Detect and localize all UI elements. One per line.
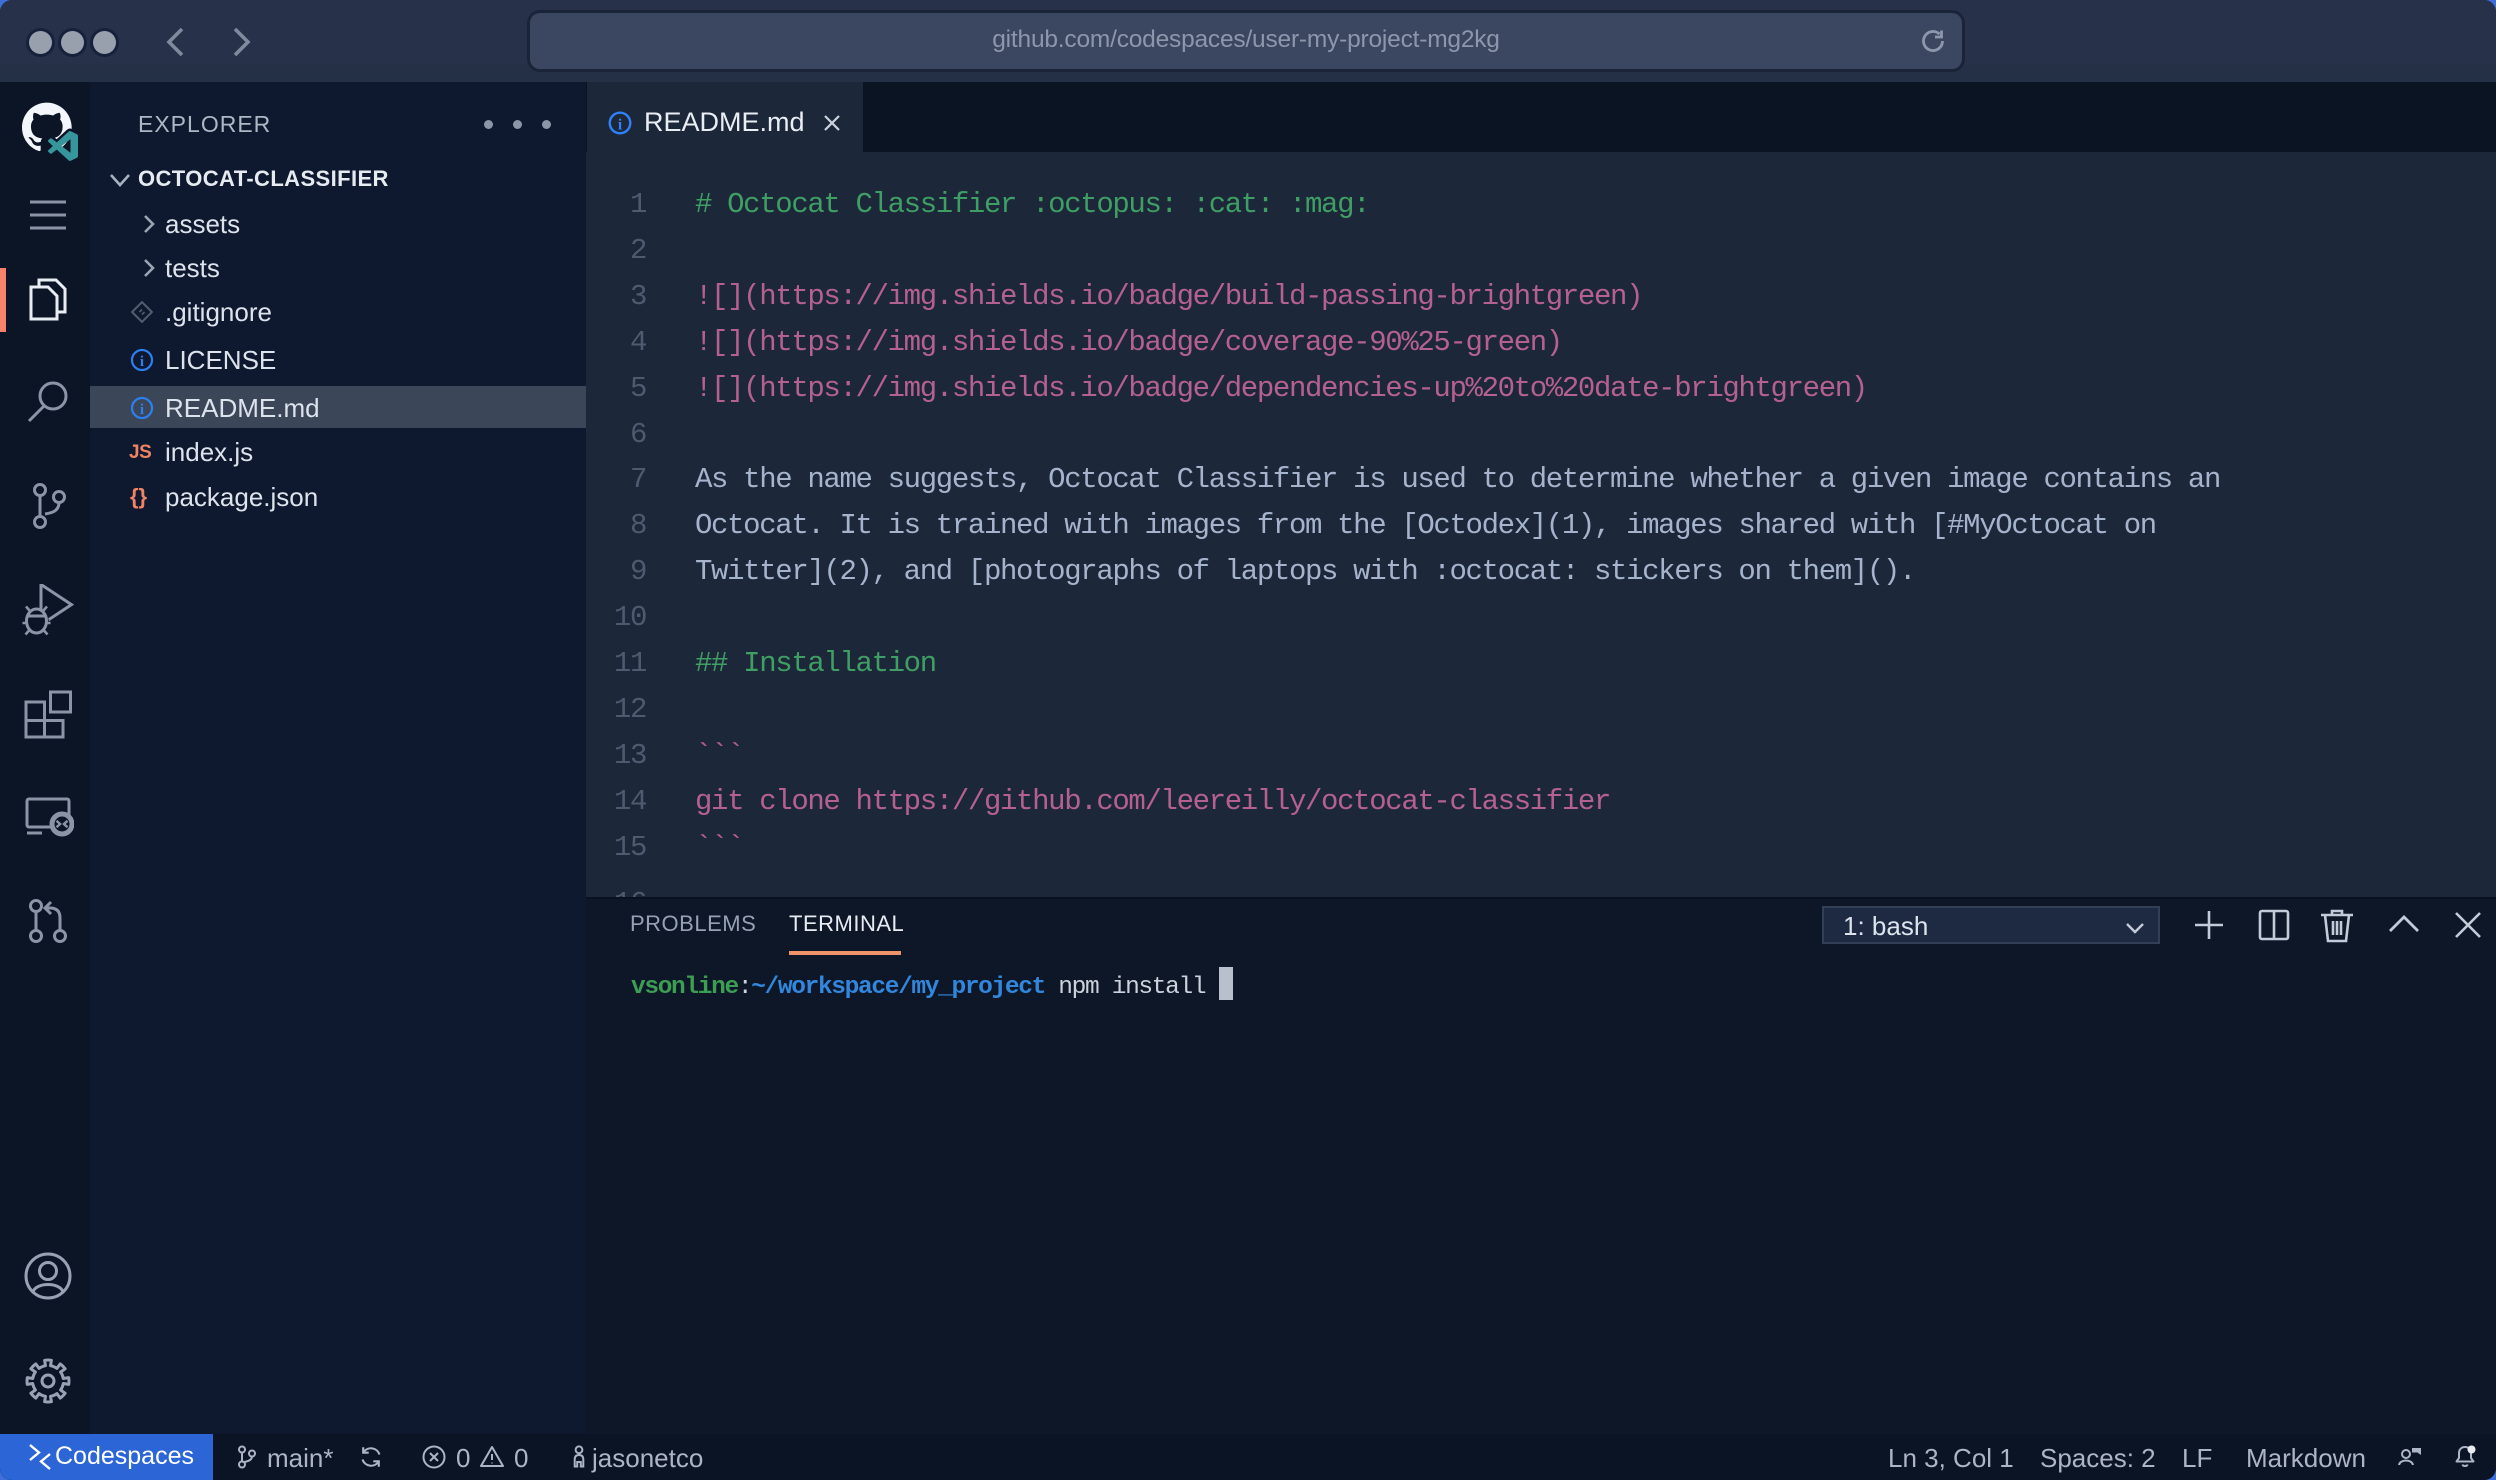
svg-text:i: i bbox=[618, 117, 623, 134]
svg-text:i: i bbox=[140, 354, 144, 370]
svg-text:i: i bbox=[140, 402, 144, 418]
